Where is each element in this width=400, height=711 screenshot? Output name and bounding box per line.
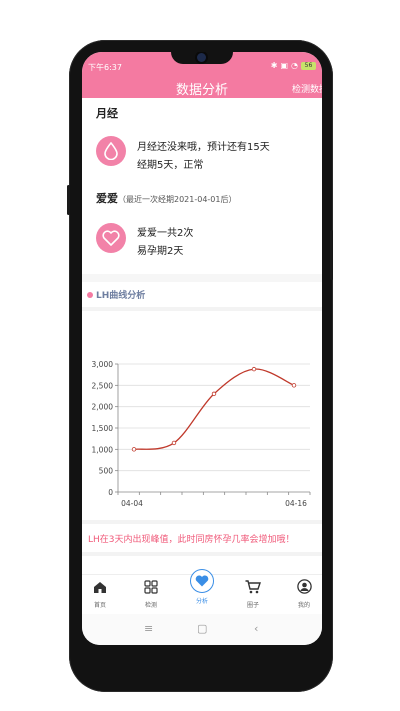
data-point	[171, 440, 177, 446]
status-icons: ✱ ▣ ◔ 56	[271, 61, 316, 70]
lh-line-chart: 0 500 1,000 1,500 2,000 2,500 3,000 04-04 04-16	[92, 360, 311, 508]
grid-icon	[144, 580, 158, 594]
phone-side-button	[67, 185, 70, 215]
bluetooth-icon: ✱	[270, 61, 278, 70]
android-nav-bar: ≡ ▢ ‹	[82, 614, 322, 645]
battery-icon: 56	[301, 61, 316, 70]
nav-label: 首页	[93, 602, 106, 609]
period-title: 月经	[96, 107, 118, 120]
drop-icon	[96, 136, 126, 166]
data-point	[251, 366, 257, 372]
period-status-line: 月经还没来哦，预计还有15天	[137, 142, 270, 153]
user-icon	[296, 579, 312, 594]
bottom-nav: 首页 检测 分析 圈子 我的	[82, 569, 322, 614]
love-count-line: 爱爱一共2次	[137, 228, 194, 239]
x-tick-label: 04-16	[285, 499, 307, 508]
nav-label: 圈子	[246, 602, 259, 609]
nav-label: 我的	[297, 602, 310, 609]
section-divider	[82, 274, 322, 282]
nav-label: 分析	[195, 598, 208, 605]
detect-data-button[interactable]: 检测数据	[292, 82, 322, 95]
data-point	[291, 383, 297, 388]
fertile-days-line: 易孕期2天	[137, 246, 184, 257]
y-tick-label: 0	[108, 488, 113, 497]
page-title: 数据分析	[175, 83, 228, 98]
nav-analysis-ring[interactable]	[190, 569, 214, 593]
nav-mine[interactable]: 我的	[284, 579, 322, 609]
y-tick-label: 1,000	[92, 445, 114, 454]
mute-icon: ▣	[280, 61, 289, 70]
data-point	[131, 447, 137, 452]
lh-bullet	[87, 292, 93, 298]
section-divider	[82, 307, 322, 311]
y-tick-label: 2,000	[92, 403, 114, 412]
y-tick-label: 1,500	[92, 424, 114, 433]
y-tick-label: 2,500	[92, 381, 114, 390]
home-icon	[94, 582, 106, 593]
home-square-icon[interactable]: ▢	[197, 622, 207, 635]
love-title-text: 爱爱	[96, 192, 118, 205]
lh-tip-text: LH在3天内出现峰值，此时同房怀孕几率会增加哦！	[88, 535, 295, 545]
app-header: 下午6:37 ✱ ▣ ◔ 56 数据分析 检测数据	[82, 52, 322, 98]
nav-circle[interactable]: 圈子	[233, 579, 273, 609]
status-time: 下午6:37	[88, 63, 122, 72]
heart-outline-icon	[96, 223, 126, 253]
heart-icon	[195, 575, 209, 587]
nav-analysis[interactable]: 分析	[182, 594, 222, 605]
wifi-icon: ◔	[291, 61, 298, 70]
nav-detect[interactable]: 检测	[131, 579, 171, 609]
section-divider	[82, 520, 322, 524]
back-icon[interactable]: ‹	[254, 622, 258, 635]
menu-icon[interactable]: ≡	[144, 622, 153, 635]
love-subtitle: （最近一次经期2021-04-01后）	[118, 195, 237, 204]
y-tick-label: 500	[99, 467, 114, 476]
love-title: 爱爱（最近一次经期2021-04-01后）	[96, 190, 237, 206]
nav-label: 检测	[144, 602, 157, 609]
section-divider	[82, 552, 322, 556]
lh-chart-title: LH曲线分析	[96, 291, 146, 301]
cart-icon	[245, 580, 261, 594]
app-screen: 下午6:37 ✱ ▣ ◔ 56 数据分析 检测数据 月经 月经还没来哦，预计还有…	[82, 52, 322, 645]
lh-series-line	[133, 368, 295, 450]
camera-icon	[197, 53, 206, 62]
phone-side-button	[330, 230, 333, 280]
period-length-line: 经期5天，正常	[137, 160, 204, 171]
data-point	[211, 391, 217, 397]
x-tick-label: 04-04	[121, 499, 143, 508]
y-tick-label: 3,000	[92, 360, 114, 369]
nav-home[interactable]: 首页	[82, 579, 120, 609]
